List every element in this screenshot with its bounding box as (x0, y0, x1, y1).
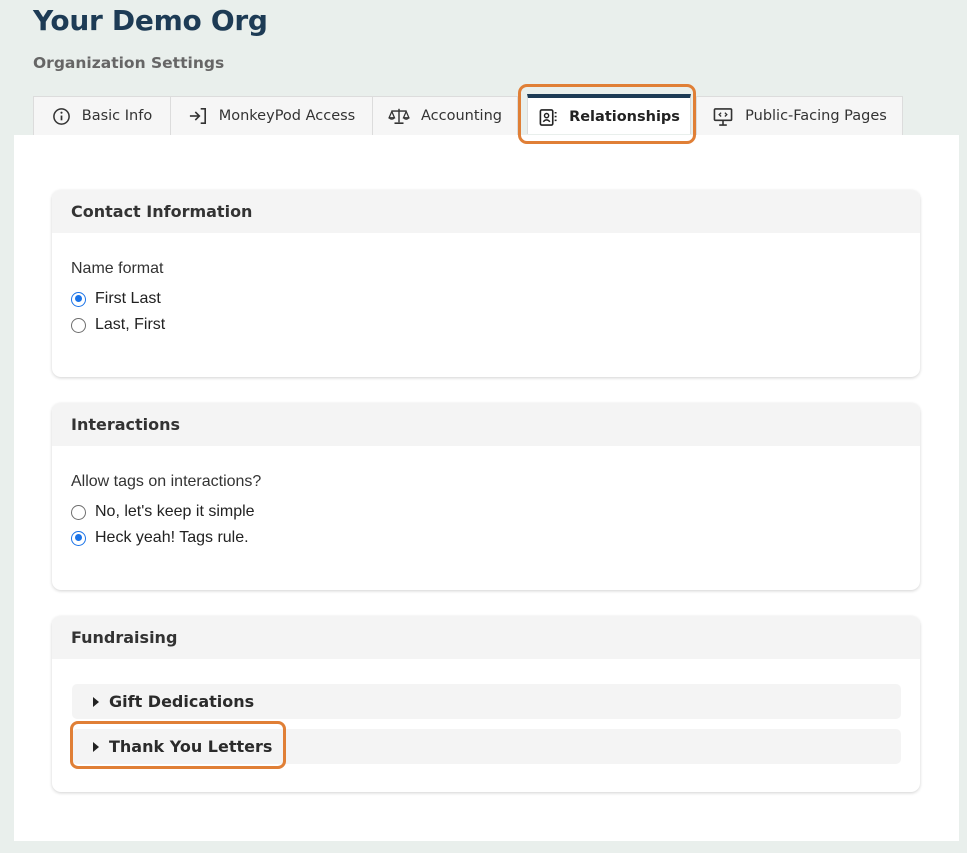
scale-icon (388, 107, 410, 125)
interactions-card: Interactions Allow tags on interactions?… (52, 403, 920, 590)
radio-option-last-first[interactable]: Last, First (71, 312, 901, 338)
caret-right-icon (93, 741, 99, 752)
contact-book-icon (538, 108, 558, 127)
contact-information-card: Contact Information Name format First La… (52, 190, 920, 377)
radio-button[interactable] (71, 504, 86, 520)
radio-label: First Last (95, 290, 161, 307)
presentation-icon (712, 107, 734, 126)
tab-label: Public-Facing Pages (745, 108, 887, 124)
card-title: Fundraising (52, 616, 920, 659)
radio-label: Last, First (95, 316, 166, 333)
radio-label: Heck yeah! Tags rule. (95, 529, 249, 546)
info-icon (52, 107, 71, 126)
caret-right-icon (93, 696, 99, 707)
tab-accounting[interactable]: Accounting (372, 96, 518, 135)
allow-tags-label: Allow tags on interactions? (71, 473, 262, 490)
tab-label: Relationships (569, 109, 680, 125)
tab-label: Accounting (421, 108, 502, 124)
accordion-label: Gift Dedications (109, 692, 255, 711)
card-title: Contact Information (52, 190, 920, 233)
org-title: Your Demo Org (33, 4, 268, 37)
tab-label: MonkeyPod Access (218, 108, 356, 124)
radio-button[interactable] (71, 317, 86, 333)
settings-panel: Contact Information Name format First La… (14, 135, 959, 841)
sign-in-icon (188, 107, 208, 125)
gift-dedications-toggle[interactable]: Gift Dedications (72, 684, 901, 719)
tab-basic-info[interactable]: Basic Info (33, 96, 171, 135)
tab-monkeypod-access[interactable]: MonkeyPod Access (170, 96, 373, 135)
thank-you-letters-toggle[interactable]: Thank You Letters (72, 729, 901, 764)
fundraising-card: Fundraising Gift Dedications Thank You L… (52, 616, 920, 792)
tab-public-facing-pages[interactable]: Public-Facing Pages (696, 96, 903, 135)
accordion-label: Thank You Letters (109, 737, 273, 756)
radio-button[interactable] (71, 530, 86, 546)
name-format-label: Name format (71, 260, 164, 277)
radio-option-no-tags[interactable]: No, let's keep it simple (71, 499, 901, 525)
radio-button[interactable] (71, 291, 86, 307)
page-subtitle: Organization Settings (33, 54, 225, 72)
tab-relationships[interactable]: Relationships (527, 94, 691, 134)
tab-label: Basic Info (81, 108, 153, 124)
card-title: Interactions (52, 403, 920, 446)
radio-label: No, let's keep it simple (95, 503, 255, 520)
radio-option-yes-tags[interactable]: Heck yeah! Tags rule. (71, 525, 901, 551)
radio-option-first-last[interactable]: First Last (71, 286, 901, 312)
